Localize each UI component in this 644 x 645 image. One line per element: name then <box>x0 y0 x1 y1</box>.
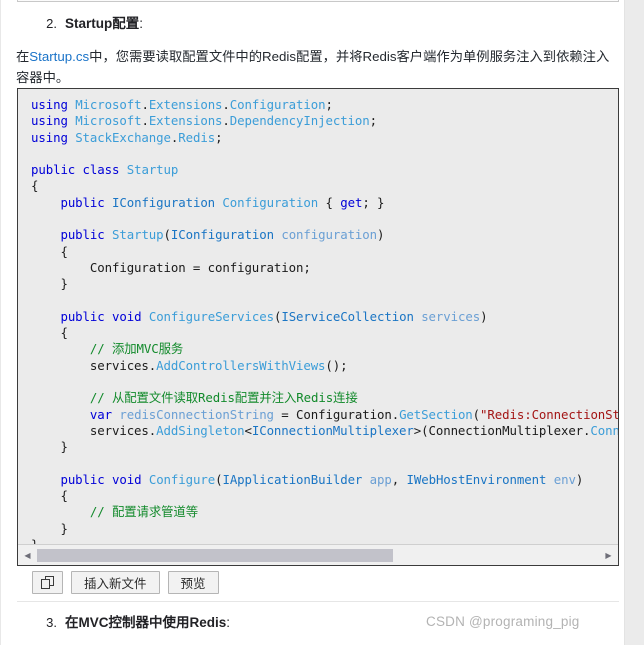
code-content: using Microsoft.Extensions.Configuration… <box>31 97 618 544</box>
preview-button[interactable]: 预览 <box>167 571 219 594</box>
code-scroll-viewport[interactable]: using Microsoft.Extensions.Configuration… <box>18 89 618 544</box>
code-toolbar: 插入新文件 预览 <box>32 571 219 594</box>
list-item-title: Startup配置: <box>65 16 144 31</box>
copy-button[interactable] <box>32 571 63 594</box>
scrollbar-thumb[interactable] <box>37 549 393 562</box>
article-content: 2. Startup配置: 在Startup.cs中，您需要读取配置文件中的Re… <box>0 0 625 645</box>
list-item-startup-config: 2. Startup配置: <box>31 12 143 32</box>
paragraph-rest: 中，您需要读取配置文件中的Redis配置，并将Redis客户端作为单例服务注入到… <box>16 49 610 85</box>
startup-cs-link[interactable]: Startup.cs <box>29 49 89 64</box>
code-block: using Microsoft.Extensions.Configuration… <box>17 88 619 566</box>
screenshot-root: 2. Startup配置: 在Startup.cs中，您需要读取配置文件中的Re… <box>0 0 644 645</box>
list-item-colon: : <box>139 16 144 31</box>
list-item-title: 在MVC控制器中使用Redis: <box>65 615 231 630</box>
toolbar-divider <box>17 601 619 602</box>
scroll-right-arrow-icon[interactable]: ▶ <box>600 545 617 565</box>
list-item-colon: : <box>226 615 231 630</box>
copy-icon <box>41 576 54 589</box>
scroll-left-arrow-icon[interactable]: ◀ <box>19 545 36 565</box>
intro-paragraph: 在Startup.cs中，您需要读取配置文件中的Redis配置，并将Redis客… <box>16 46 616 88</box>
list-marker: 2. <box>46 16 57 31</box>
paragraph-prefix: 在 <box>16 49 30 64</box>
list-marker: 3. <box>46 615 57 630</box>
list-item-mvc-controller: 3. 在MVC控制器中使用Redis: <box>31 611 230 631</box>
insert-new-file-button[interactable]: 插入新文件 <box>71 571 160 594</box>
csdn-watermark: CSDN @programing_pig <box>426 614 580 629</box>
previous-code-block-edge <box>17 0 619 2</box>
horizontal-scrollbar[interactable]: ◀ ▶ <box>18 544 618 565</box>
